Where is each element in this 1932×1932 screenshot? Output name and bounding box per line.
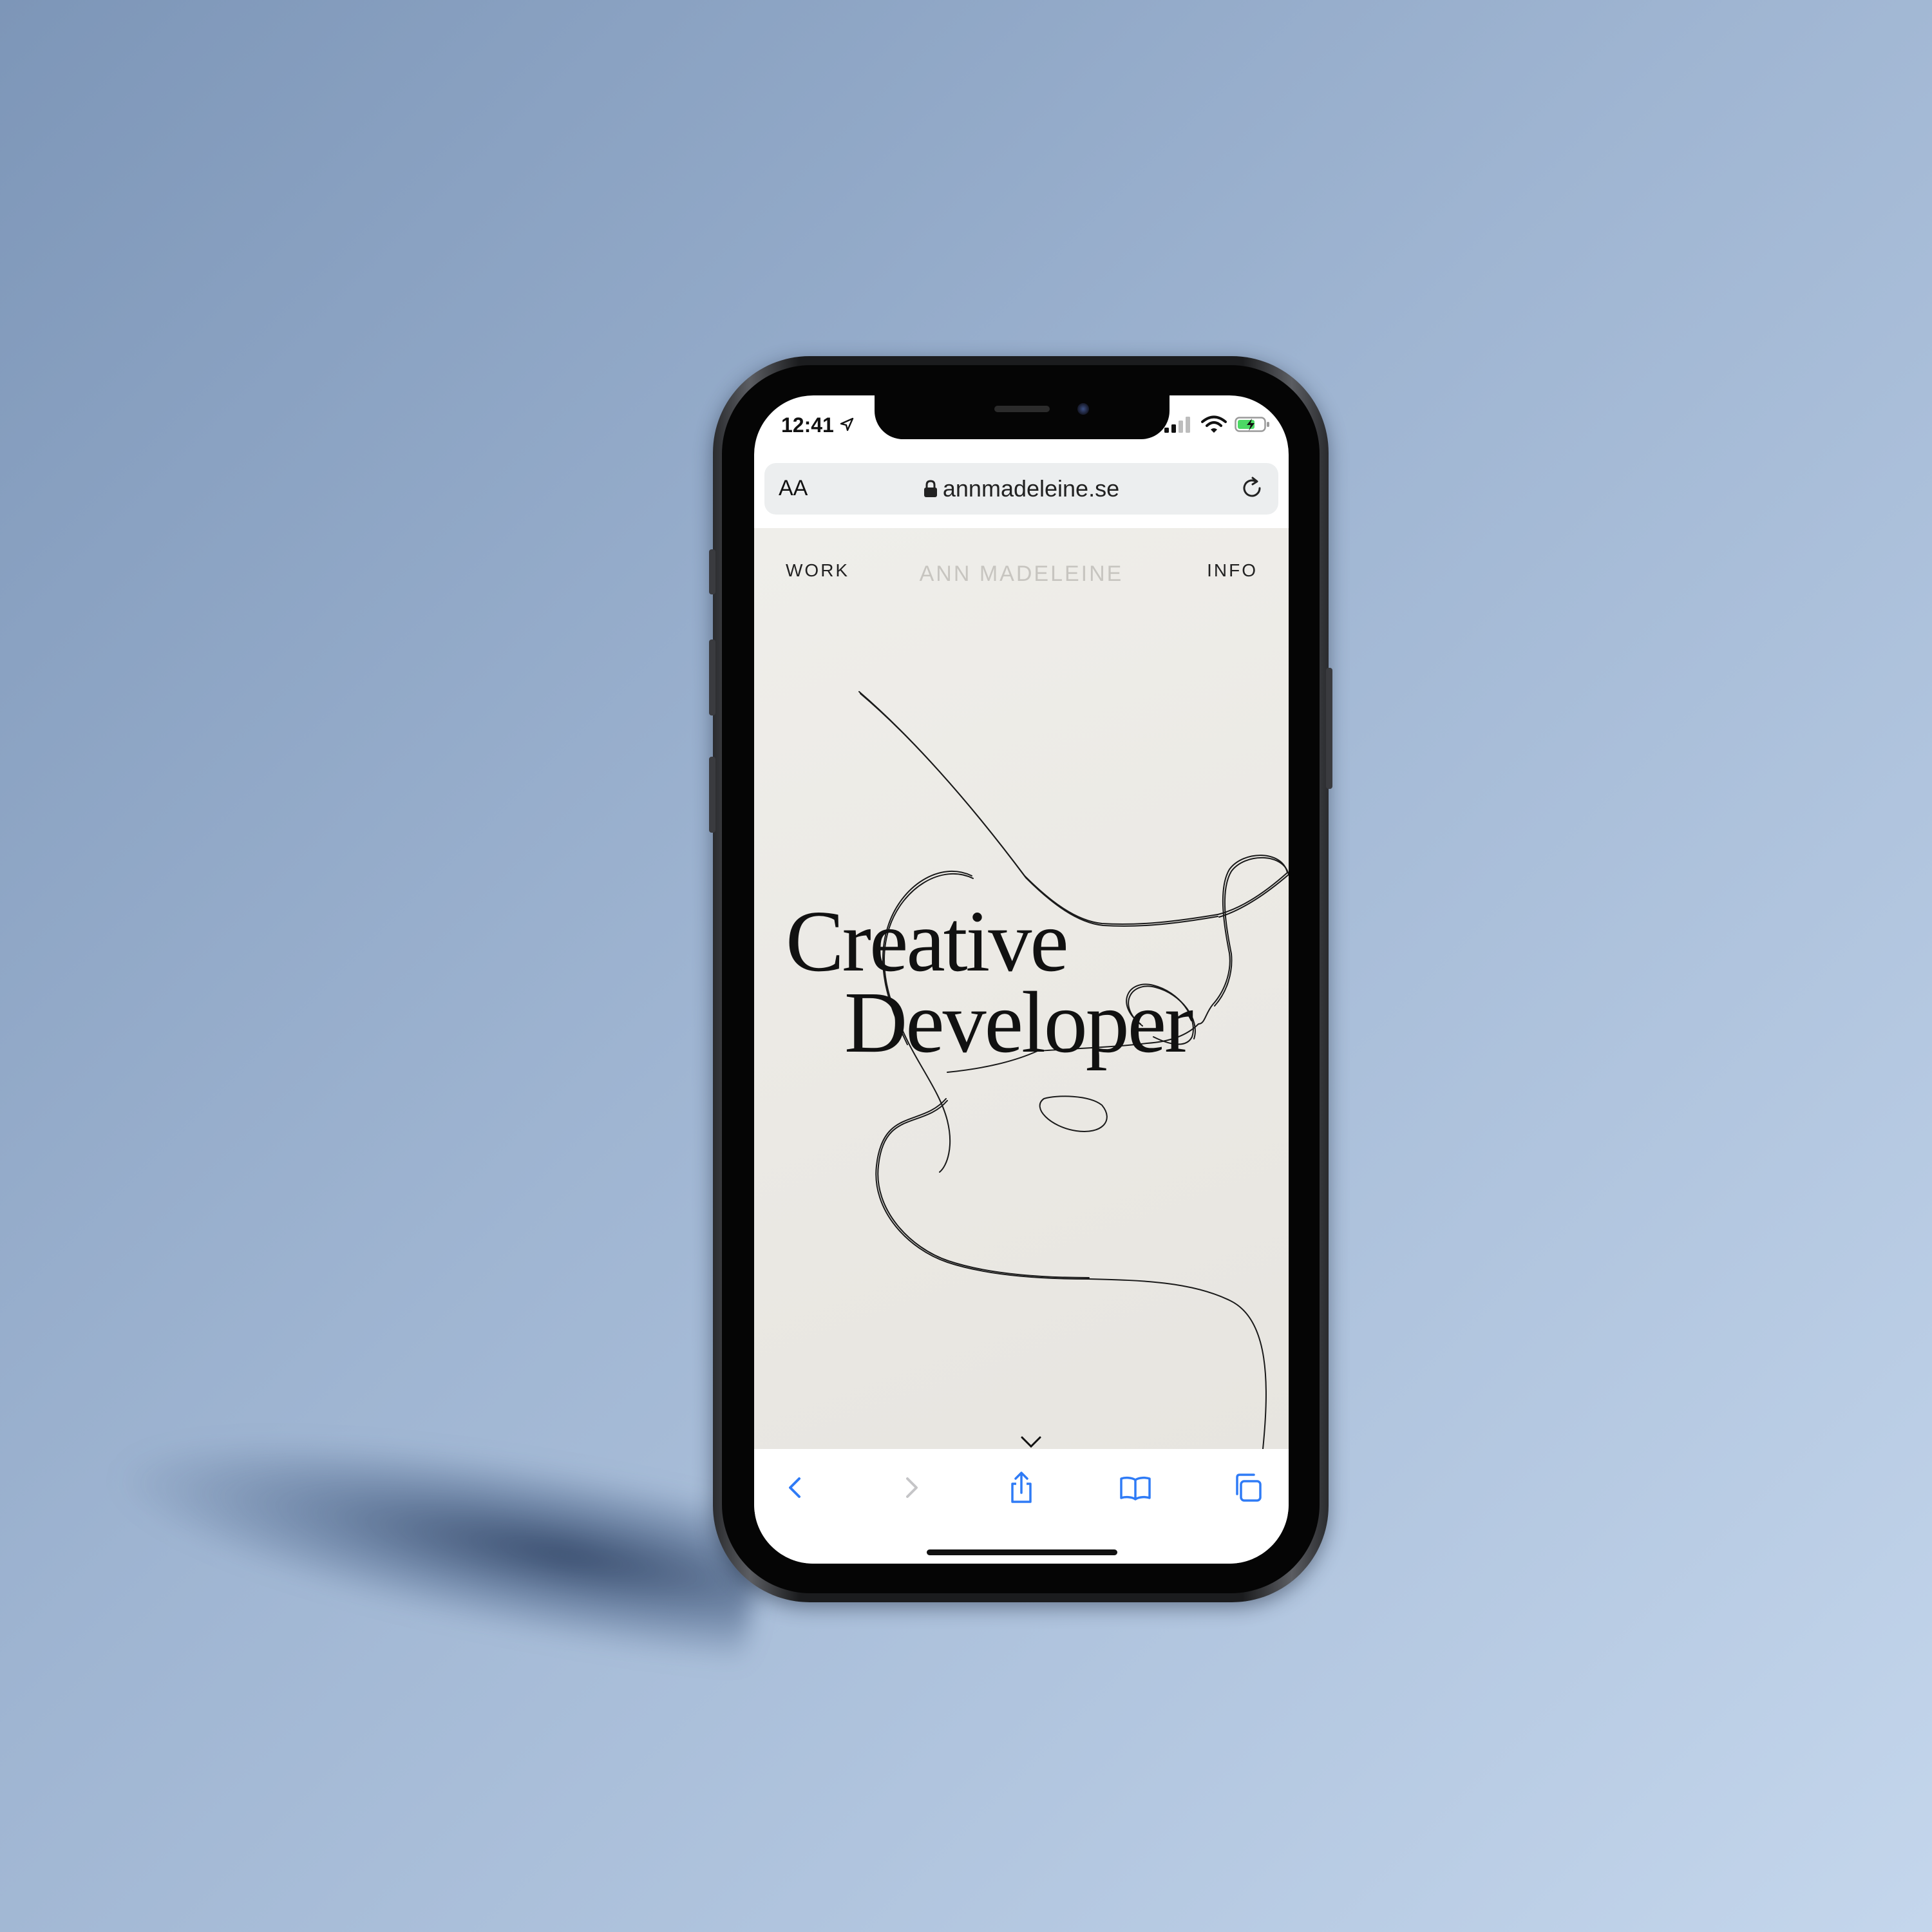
phone-screen: 12:41 AA annmadeleine.se WORK ANN MADELE…: [754, 395, 1289, 1564]
scroll-down-icon[interactable]: [1019, 1435, 1043, 1449]
share-icon: [1011, 1472, 1032, 1503]
silent-switch: [709, 549, 715, 594]
url-text: annmadeleine.se: [942, 475, 1120, 502]
safari-toolbar: [754, 1449, 1289, 1564]
mockup-scene: 12:41 AA annmadeleine.se WORK ANN MADELE…: [0, 0, 1932, 1932]
volume-up-button: [709, 639, 715, 715]
lock-icon: [923, 480, 937, 497]
bookmarks-button[interactable]: [1116, 1468, 1155, 1507]
battery-charging-icon: [1235, 417, 1269, 432]
website-page: WORK ANN MADELEINE INFO Creative Develop…: [754, 528, 1289, 1449]
nav-info-link[interactable]: INFO: [1207, 560, 1258, 581]
earpiece-speaker: [994, 406, 1050, 412]
back-button[interactable]: [777, 1468, 816, 1507]
notch: [875, 395, 1170, 439]
cellular-signal-icon: [1164, 417, 1191, 433]
phone-shadow: [106, 1394, 770, 1671]
home-indicator[interactable]: [927, 1549, 1117, 1555]
forward-button[interactable]: [891, 1468, 929, 1507]
reload-icon[interactable]: [1238, 475, 1265, 502]
address-bar[interactable]: AA annmadeleine.se: [764, 463, 1278, 515]
status-time-text: 12:41: [781, 413, 834, 437]
power-button: [1326, 668, 1332, 789]
tabs-button[interactable]: [1228, 1468, 1267, 1507]
bookmarks-icon: [1120, 1476, 1151, 1501]
hero-title-line-2: Developer: [844, 974, 1193, 1071]
forward-icon: [906, 1477, 918, 1498]
front-camera: [1077, 403, 1089, 415]
back-icon: [789, 1477, 800, 1498]
status-icons: [1164, 415, 1271, 434]
share-button[interactable]: [1002, 1468, 1041, 1507]
location-arrow-icon: [840, 417, 853, 431]
status-time: 12:41: [781, 413, 854, 437]
tabs-icon: [1236, 1473, 1262, 1502]
url-display[interactable]: annmadeleine.se: [764, 475, 1278, 502]
wifi-icon: [1200, 415, 1227, 433]
hero-title-line-1: Creative: [786, 893, 1069, 990]
volume-down-button: [709, 757, 715, 833]
